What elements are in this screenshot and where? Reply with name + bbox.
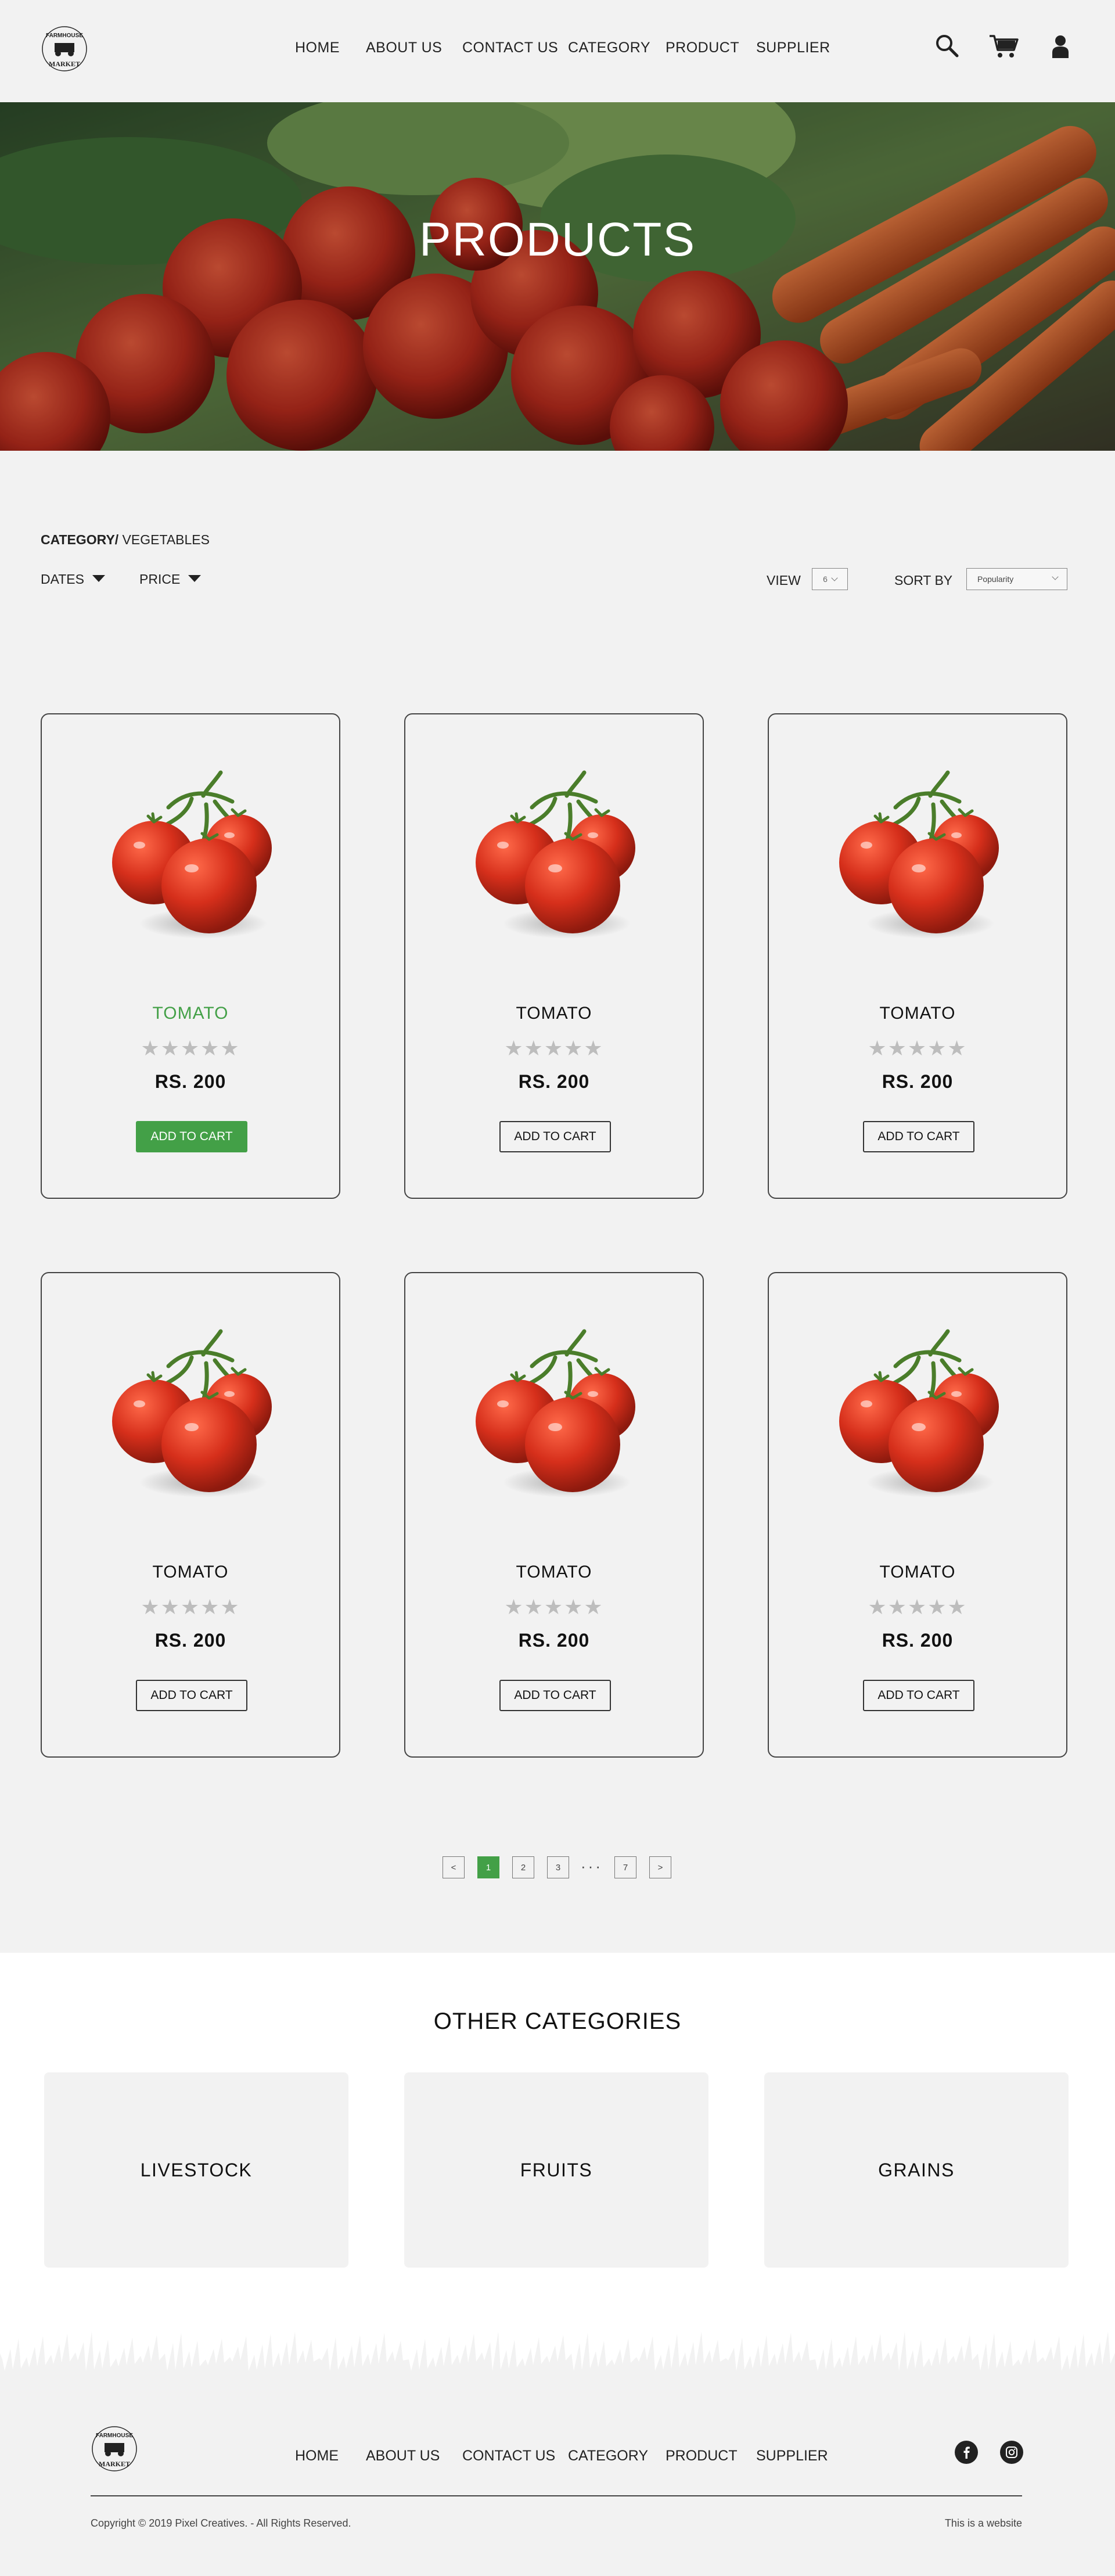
product-name[interactable]: TOMATO [769, 1004, 1066, 1023]
sort-label: SORT BY [894, 573, 953, 588]
pagination-page-2[interactable]: 2 [512, 1856, 534, 1878]
category-card-livestock[interactable]: LIVESTOCK [44, 2072, 348, 2268]
nav-category[interactable]: CATEGORY [568, 39, 650, 56]
category-card-grains[interactable]: GRAINS [764, 2072, 1069, 2268]
footer-divider [91, 2495, 1022, 2496]
caret-down-icon [188, 574, 202, 582]
product-name[interactable]: TOMATO [405, 1562, 703, 1582]
hero-title: PRODUCTS [419, 213, 696, 266]
chevron-down-icon [831, 574, 838, 581]
footer-nav-supplier[interactable]: SUPPLIER [756, 2448, 828, 2464]
product-card[interactable]: TOMATO ★★★★★ RS. 200 ADD TO CART [41, 1272, 340, 1758]
product-image[interactable] [105, 767, 279, 947]
price-filter-label: PRICE [139, 572, 181, 587]
category-label: LIVESTOCK [140, 2159, 253, 2180]
facebook-icon[interactable] [955, 2441, 978, 2464]
pagination-page-last[interactable]: 7 [614, 1856, 636, 1878]
logo-bottom-text: MARKET [99, 2460, 130, 2468]
add-to-cart-button[interactable]: ADD TO CART [863, 1121, 974, 1152]
footer-logo[interactable]: FARMHOUSE MARKET [91, 2424, 138, 2473]
view-count-select[interactable]: 6 [812, 568, 848, 590]
search-icon[interactable] [935, 34, 959, 61]
product-image[interactable] [832, 767, 1006, 947]
product-price: RS. 200 [882, 1071, 954, 1092]
star-rating-icon[interactable]: ★★★★★ [405, 1036, 703, 1061]
add-to-cart-button[interactable]: ADD TO CART [863, 1680, 974, 1711]
dates-filter[interactable]: DATES [41, 572, 105, 587]
grass-divider [0, 2301, 1115, 2383]
hero-background-image [0, 102, 1115, 451]
footer-nav-about-us[interactable]: ABOUT US [366, 2448, 440, 2464]
pagination-page-3[interactable]: 3 [547, 1856, 569, 1878]
footer-nav-category[interactable]: CATEGORY [568, 2448, 648, 2464]
footer-right-text: This is a website [944, 2517, 1022, 2529]
cart-icon[interactable] [988, 34, 1019, 62]
footer-nav-product[interactable]: PRODUCT [666, 2448, 738, 2464]
nav-contact-us[interactable]: CONTACT US [462, 39, 558, 56]
breadcrumb-value: VEGETABLES [118, 532, 210, 547]
logo-bottom-text: MARKET [49, 60, 80, 68]
copyright-text: Copyright © 2019 Pixel Creatives. - All … [91, 2517, 351, 2529]
star-rating-icon[interactable]: ★★★★★ [42, 1036, 339, 1061]
price-filter[interactable]: PRICE [139, 572, 202, 587]
product-price: RS. 200 [518, 1630, 590, 1651]
star-rating-icon[interactable]: ★★★★★ [769, 1595, 1066, 1619]
product-price: RS. 200 [154, 1071, 226, 1092]
product-name[interactable]: TOMATO [405, 1004, 703, 1023]
user-icon[interactable] [1051, 35, 1070, 61]
other-categories-title: OTHER CATEGORIES [433, 2009, 682, 2034]
category-label: FRUITS [520, 2159, 593, 2180]
product-name[interactable]: TOMATO [42, 1004, 339, 1023]
dates-filter-label: DATES [41, 572, 84, 587]
logo-top-text: FARMHOUSE [96, 2433, 133, 2439]
hero-banner: PRODUCTS [0, 102, 1115, 451]
caret-down-icon [92, 574, 105, 582]
product-name[interactable]: TOMATO [42, 1562, 339, 1582]
add-to-cart-button[interactable]: ADD TO CART [136, 1680, 247, 1711]
instagram-icon[interactable] [1000, 2441, 1023, 2464]
pagination-ellipsis: ··· [581, 1858, 603, 1875]
star-rating-icon[interactable]: ★★★★★ [769, 1036, 1066, 1061]
product-price: RS. 200 [518, 1071, 590, 1092]
nav-product[interactable]: PRODUCT [666, 39, 739, 56]
sort-select[interactable]: Popularity [966, 568, 1067, 590]
product-price: RS. 200 [154, 1630, 226, 1651]
product-image[interactable] [105, 1325, 279, 1506]
breadcrumb: CATEGORY/ VEGETABLES [41, 532, 210, 548]
view-count-value: 6 [823, 574, 828, 584]
nav-supplier[interactable]: SUPPLIER [756, 39, 830, 56]
nav-about-us[interactable]: ABOUT US [366, 39, 442, 56]
product-image[interactable] [832, 1325, 1006, 1506]
add-to-cart-button[interactable]: ADD TO CART [499, 1680, 611, 1711]
nav-home[interactable]: HOME [295, 39, 340, 56]
chevron-down-icon [1052, 573, 1059, 580]
star-rating-icon[interactable]: ★★★★★ [42, 1595, 339, 1619]
product-card[interactable]: TOMATO ★★★★★ RS. 200 ADD TO CART [768, 1272, 1067, 1758]
pagination-next[interactable]: > [649, 1856, 671, 1878]
product-name[interactable]: TOMATO [769, 1562, 1066, 1582]
product-card[interactable]: TOMATO ★★★★★ RS. 200 ADD TO CART [404, 1272, 704, 1758]
category-card-fruits[interactable]: FRUITS [404, 2072, 708, 2268]
breadcrumb-label[interactable]: CATEGORY/ [41, 532, 118, 547]
footer-nav-contact-us[interactable]: CONTACT US [462, 2448, 555, 2464]
view-label: VIEW [767, 573, 801, 588]
logo-top-text: FARMHOUSE [46, 33, 83, 39]
add-to-cart-button[interactable]: ADD TO CART [136, 1121, 247, 1152]
sort-value: Popularity [977, 574, 1014, 584]
product-card[interactable]: TOMATO ★★★★★ RS. 200 ADD TO CART [404, 713, 704, 1199]
star-rating-icon[interactable]: ★★★★★ [405, 1595, 703, 1619]
site-header: FARMHOUSE MARKET HOME ABOUT US CONTACT U… [0, 17, 1115, 102]
product-image[interactable] [468, 767, 642, 947]
pagination-page-1[interactable]: 1 [477, 1856, 499, 1878]
add-to-cart-button[interactable]: ADD TO CART [499, 1121, 611, 1152]
product-card[interactable]: TOMATO ★★★★★ RS. 200 ADD TO CART [41, 713, 340, 1199]
product-card[interactable]: TOMATO ★★★★★ RS. 200 ADD TO CART [768, 713, 1067, 1199]
pagination-prev[interactable]: < [443, 1856, 465, 1878]
product-image[interactable] [468, 1325, 642, 1506]
product-price: RS. 200 [882, 1630, 954, 1651]
footer-nav-home[interactable]: HOME [295, 2448, 339, 2464]
category-label: GRAINS [878, 2159, 955, 2180]
other-categories-section: OTHER CATEGORIES LIVESTOCK FRUITS GRAINS [0, 1953, 1115, 2383]
site-footer: FARMHOUSE MARKET HOME ABOUT US CONTACT U… [0, 2383, 1115, 2576]
